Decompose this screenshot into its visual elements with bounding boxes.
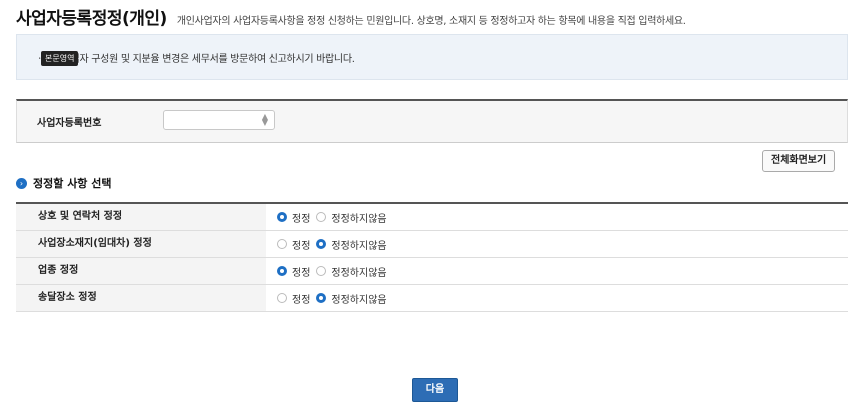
- row-label: 업종 정정: [16, 258, 266, 284]
- radio-label: 정정하지않음: [331, 240, 387, 252]
- radio-label: 정정하지않음: [331, 294, 387, 306]
- table-row: 업종 정정 정정 정정하지않음: [16, 258, 848, 285]
- notice-box: ㆍ공동사업자 구성원 및 지분율 변경은 세무서를 방문하여 신고하시기 바랍니…: [16, 34, 848, 80]
- select-arrows-icon: ▲ ▼: [261, 112, 268, 127]
- fullscreen-view-button[interactable]: 전체화면보기: [762, 150, 836, 172]
- radio-label: 정정: [292, 294, 311, 306]
- row-options: 정정 정정하지않음: [266, 285, 393, 311]
- page-description: 개인사업자의 사업자등록사항을 정정 신청하는 민원입니다. 상호명, 소재지 …: [176, 16, 686, 27]
- row-options: 정정 정정하지않음: [266, 258, 393, 284]
- option-no-correct-radio[interactable]: 정정하지않음: [316, 237, 387, 252]
- radio-button[interactable]: [277, 266, 287, 276]
- row-options: 정정 정정하지않음: [266, 204, 393, 230]
- notice-text: ㆍ공동사업자 구성원 및 지분율 변경은 세무서를 방문하여 신고하시기 바랍니…: [35, 54, 355, 65]
- correction-table: 상호 및 연락처 정정 정정 정정하지않음 사업장소재지(임대차) 정정 정정 정정하지않…: [16, 202, 848, 312]
- page-title: 사업자등록정정(개인): [16, 9, 167, 29]
- business-number-box: 사업자등록번호 ▲ ▼: [16, 99, 848, 143]
- row-label: 사업장소재지(임대차) 정정: [16, 231, 266, 257]
- option-correct-radio[interactable]: 정정: [277, 210, 310, 225]
- radio-label: 정정: [292, 213, 311, 225]
- option-correct-radio[interactable]: 정정: [277, 291, 310, 306]
- radio-button[interactable]: [277, 212, 287, 222]
- radio-button[interactable]: [277, 239, 287, 249]
- row-options: 정정 정정하지않음: [266, 231, 393, 257]
- option-no-correct-radio[interactable]: 정정하지않음: [316, 210, 387, 225]
- radio-label: 정정: [292, 240, 311, 252]
- next-button[interactable]: 다음: [412, 378, 458, 402]
- business-number-label: 사업자등록번호: [37, 118, 102, 129]
- radio-button[interactable]: [316, 266, 327, 276]
- arrow-circle-icon: ›: [16, 177, 27, 189]
- content-area-tooltip: 본문영역: [41, 51, 79, 66]
- option-no-correct-radio[interactable]: 정정하지않음: [316, 291, 387, 306]
- radio-button[interactable]: [316, 239, 327, 249]
- radio-label: 정정: [292, 267, 311, 279]
- option-correct-radio[interactable]: 정정: [277, 264, 310, 279]
- section-title: 정정할 사항 선택: [33, 177, 112, 190]
- option-correct-radio[interactable]: 정정: [277, 237, 310, 252]
- radio-label: 정정하지않음: [331, 267, 387, 279]
- row-label: 상호 및 연락처 정정: [16, 204, 266, 230]
- page-header: 사업자등록정정(개인) 개인사업자의 사업자등록사항을 정정 신청하는 민원입니…: [16, 4, 686, 29]
- table-row: 송달장소 정정 정정 정정하지않음: [16, 285, 848, 312]
- section-header: › 정정할 사항 선택: [16, 175, 112, 191]
- radio-button[interactable]: [316, 212, 327, 222]
- row-label: 송달장소 정정: [16, 285, 266, 311]
- table-row: 상호 및 연락처 정정 정정 정정하지않음: [16, 204, 848, 231]
- radio-label: 정정하지않음: [331, 213, 387, 225]
- radio-button[interactable]: [277, 293, 287, 303]
- option-no-correct-radio[interactable]: 정정하지않음: [316, 264, 387, 279]
- business-number-select[interactable]: ▲ ▼: [163, 110, 275, 130]
- table-row: 사업장소재지(임대차) 정정 정정 정정하지않음: [16, 231, 848, 258]
- radio-button[interactable]: [316, 293, 327, 303]
